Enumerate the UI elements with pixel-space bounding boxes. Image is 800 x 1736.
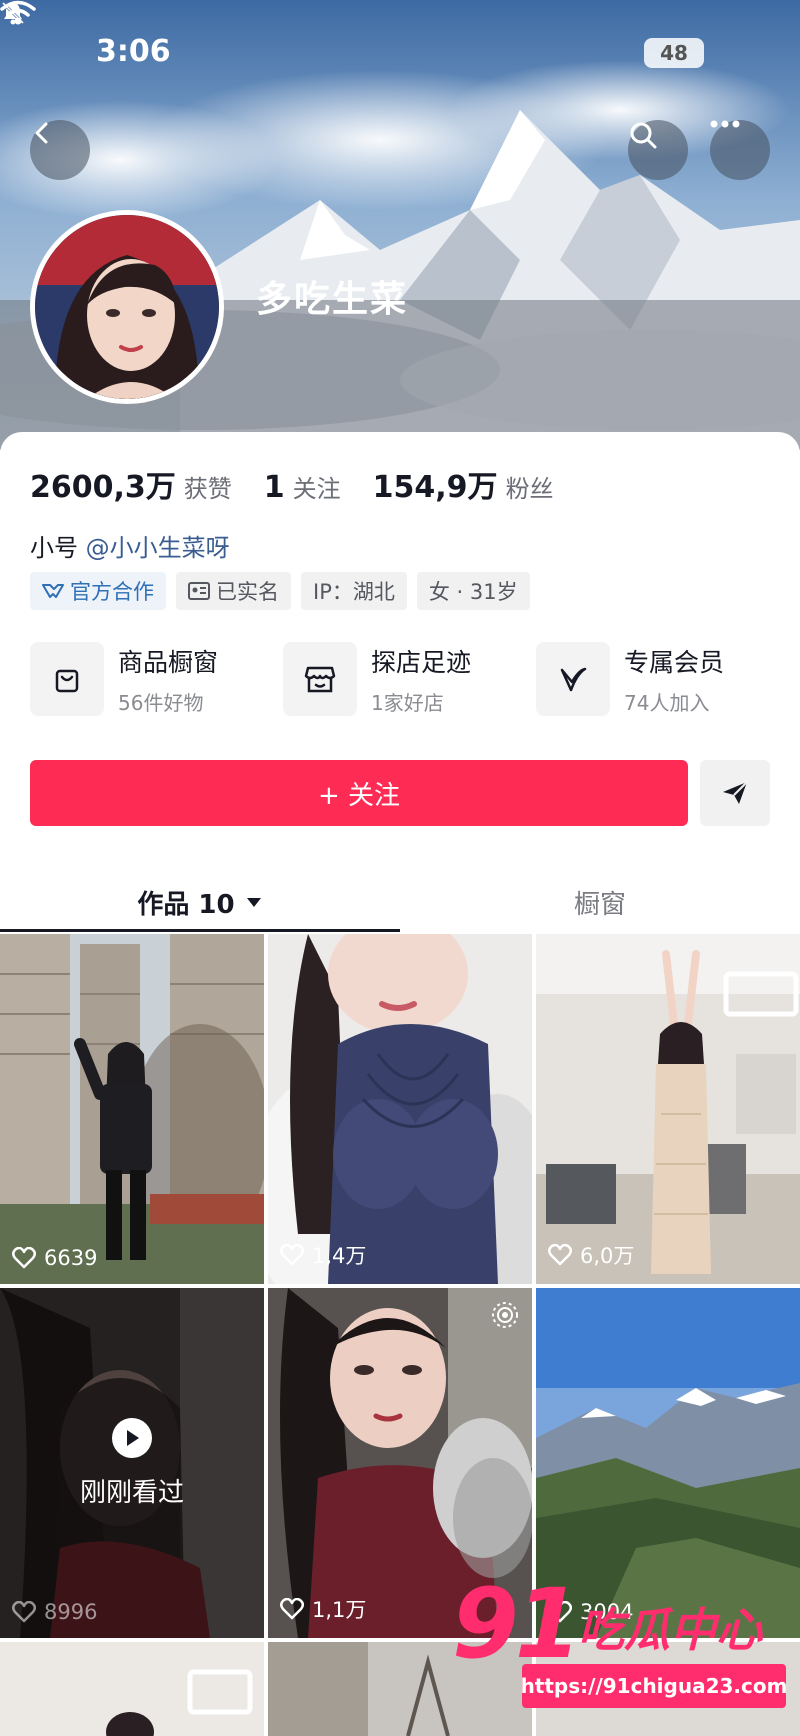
video-likes: 6,0万 (548, 1240, 634, 1270)
shortcut-subtitle: 56件好物 (118, 690, 204, 715)
followers-label[interactable]: 粉丝 (506, 469, 554, 504)
heart-icon (280, 1598, 304, 1620)
tag-ip-location: IP：湖北 (301, 572, 407, 610)
heart-icon (12, 1247, 36, 1269)
likes-count: 1,1万 (312, 1598, 367, 1622)
bag-icon (55, 669, 79, 693)
caret-down-icon (246, 898, 261, 907)
send-icon (723, 781, 748, 804)
watermark-url: https://91chigua23.com (521, 1664, 787, 1708)
tag-gender-age: 女 · 31岁 (416, 572, 530, 610)
video-tile[interactable]: 6639 (0, 934, 264, 1284)
tag-label: 官方合作 (70, 580, 154, 604)
likes-count: 2600,3万 (30, 470, 176, 505)
shortcut-subtitle: 1家好店 (371, 690, 444, 715)
chevron-left-icon (35, 122, 48, 144)
tab-works-label: 作品 10 (137, 889, 235, 920)
video-likes: 1,1万 (280, 1594, 366, 1624)
shortcut-store-visits[interactable]: 探店足迹 1家好店 (283, 642, 536, 716)
tab-works[interactable]: 作品 10 (0, 872, 400, 932)
heart-icon (12, 1601, 36, 1623)
recently-watched-overlay: 刚刚看过 (0, 1418, 264, 1509)
tag-label: 已实名 (216, 580, 279, 604)
alt-account-link[interactable]: @小小生菜呀 (86, 534, 230, 562)
video-likes: 8996 (12, 1600, 97, 1624)
back-button[interactable] (30, 120, 90, 180)
likes-label: 获赞 (183, 475, 232, 503)
recently-watched-label: 刚刚看过 (79, 1478, 184, 1508)
followers-count[interactable]: 154,9万 (373, 462, 498, 506)
shortcut-title: 商品橱窗 (118, 647, 219, 677)
profile-card: 2600,3万 获赞 1 关注 154,9万 粉丝 小号 @小小生菜呀 官方合作… (0, 432, 800, 932)
avatar-photo (35, 215, 219, 399)
search-icon (630, 122, 657, 149)
live-photo-icon (492, 1302, 518, 1328)
video-tile-recently-watched[interactable]: 刚刚看过 8996 (0, 1288, 264, 1638)
tag-official-cooperation[interactable]: 官方合作 (30, 572, 166, 610)
tab-showcase[interactable]: 橱窗 (400, 872, 800, 932)
likes-count: 8996 (44, 1600, 98, 1624)
profile-nickname: 多吃生菜 (256, 279, 409, 320)
status-bar: 3:06 48 (0, 0, 800, 100)
profile-stats: 2600,3万 获赞 1 关注 154,9万 粉丝 (30, 462, 586, 506)
profile-shortcuts: 商品橱窗 56件好物 探店足迹 1家好店 专属会员 74人加入 (30, 642, 789, 716)
shortcut-membership[interactable]: 专属会员 74人加入 (536, 642, 789, 716)
video-tile[interactable]: 6,0万 (536, 934, 800, 1284)
video-thumbnail (0, 1642, 264, 1736)
shortcut-title: 专属会员 (624, 647, 725, 677)
alt-account-line: 小号 @小小生菜呀 (30, 528, 230, 563)
video-likes: 1,4万 (280, 1240, 366, 1270)
following-label[interactable]: 关注 (293, 469, 341, 504)
v-icon (560, 667, 587, 692)
video-likes: 6639 (12, 1246, 97, 1270)
video-tile[interactable] (0, 1642, 264, 1736)
shortcut-subtitle: 74人加入 (624, 690, 710, 715)
tab-active-indicator (0, 929, 400, 932)
follow-button[interactable]: + 关注 (30, 760, 688, 826)
likes-count: 6,0万 (580, 1244, 635, 1268)
shop-icon (304, 666, 336, 693)
following-count[interactable]: 1 (264, 470, 285, 505)
share-button[interactable] (700, 760, 770, 826)
heart-icon (280, 1244, 304, 1266)
id-card-icon (188, 582, 210, 600)
play-icon (127, 1430, 139, 1446)
tab-showcase-label: 橱窗 (573, 889, 626, 920)
video-thumbnail (536, 934, 800, 1284)
tag-verified[interactable]: 已实名 (176, 572, 291, 610)
tag-label: IP：湖北 (313, 580, 395, 604)
avatar[interactable] (30, 210, 224, 404)
shortcut-product-showcase[interactable]: 商品橱窗 56件好物 (30, 642, 283, 716)
likes-count: 6639 (44, 1246, 98, 1270)
content-tabs: 作品 10 橱窗 (0, 872, 800, 932)
shortcut-icon-box (283, 642, 357, 716)
battery-indicator: 48 (644, 38, 704, 68)
profile-tags: 官方合作 已实名 IP：湖北 女 · 31岁 (30, 572, 530, 610)
search-button[interactable] (628, 120, 688, 180)
tag-label: 女 · 31岁 (428, 580, 518, 604)
heart-icon (548, 1244, 572, 1266)
status-time: 3:06 (96, 34, 171, 69)
profile-banner: 3:06 48 多吃生菜 (0, 0, 800, 450)
shortcut-icon-box (536, 642, 610, 716)
handshake-icon (42, 584, 64, 598)
video-thumbnail (268, 934, 532, 1284)
video-thumbnail (0, 934, 264, 1284)
more-dots-icon (710, 120, 740, 128)
shortcut-icon-box (30, 642, 104, 716)
play-button[interactable] (112, 1418, 152, 1458)
alt-account-prefix: 小号 (30, 534, 78, 562)
wifi-icon (0, 0, 36, 25)
video-tile[interactable]: 1,4万 (268, 934, 532, 1284)
watermark-logo-text: 吃瓜中心 (578, 1603, 762, 1657)
shortcut-title: 探店足迹 (371, 647, 472, 677)
more-options-button[interactable] (710, 120, 770, 180)
likes-count: 1,4万 (312, 1244, 367, 1268)
